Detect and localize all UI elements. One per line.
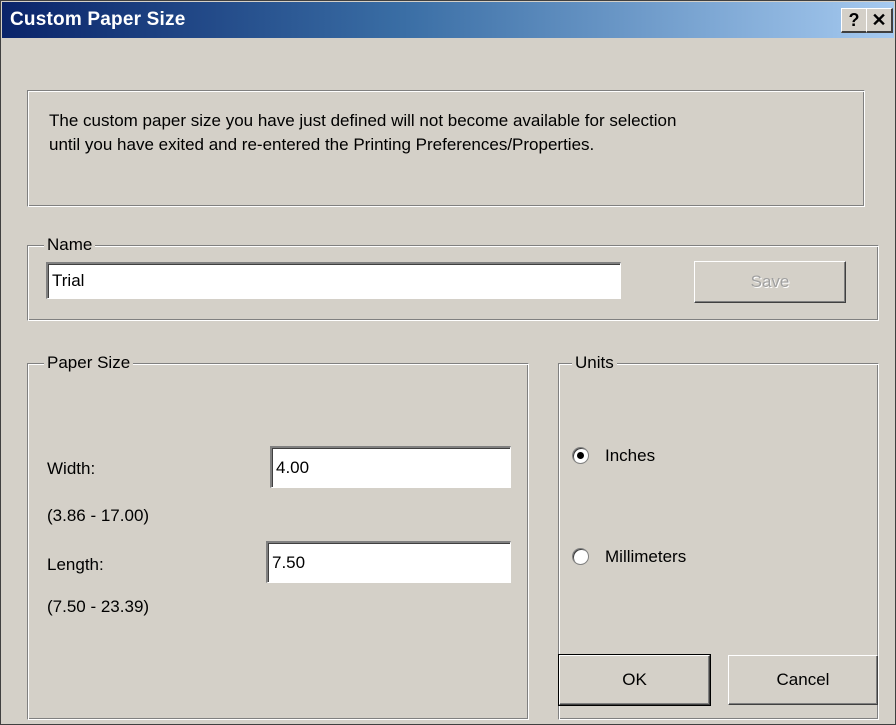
paper-size-legend: Paper Size: [44, 353, 134, 373]
millimeters-radio[interactable]: [572, 548, 589, 565]
width-input[interactable]: [270, 446, 511, 488]
save-button[interactable]: Save: [694, 261, 846, 303]
title-bar[interactable]: Custom Paper Size ? ✕: [2, 2, 894, 38]
millimeters-label[interactable]: Millimeters: [605, 547, 686, 567]
custom-paper-size-dialog: Custom Paper Size ? ✕ The custom paper s…: [0, 0, 896, 725]
help-icon[interactable]: ?: [841, 8, 868, 33]
name-group-legend: Name: [44, 235, 96, 255]
cancel-button-label: Cancel: [776, 670, 830, 689]
save-button-label: Save: [750, 272, 790, 291]
width-label: Width:: [47, 459, 96, 478]
cancel-button[interactable]: Cancel: [728, 655, 878, 705]
length-label: Length:: [47, 555, 104, 574]
length-range-label: (7.50 - 23.39): [47, 597, 150, 616]
name-input[interactable]: [46, 262, 621, 299]
window-title: Custom Paper Size: [10, 9, 186, 30]
length-input[interactable]: [266, 541, 511, 583]
inches-label[interactable]: Inches: [605, 446, 655, 466]
units-legend: Units: [572, 353, 617, 373]
ok-button[interactable]: OK: [558, 654, 711, 706]
ok-button-label: OK: [622, 670, 647, 689]
notice-line-1: The custom paper size you have just defi…: [49, 111, 677, 130]
inches-radio[interactable]: [572, 447, 589, 464]
width-range-label: (3.86 - 17.00): [47, 506, 150, 525]
inches-radio-dot: [577, 452, 584, 459]
close-icon[interactable]: ✕: [866, 8, 893, 33]
notice-line-2: until you have exited and re-entered the…: [49, 135, 595, 154]
